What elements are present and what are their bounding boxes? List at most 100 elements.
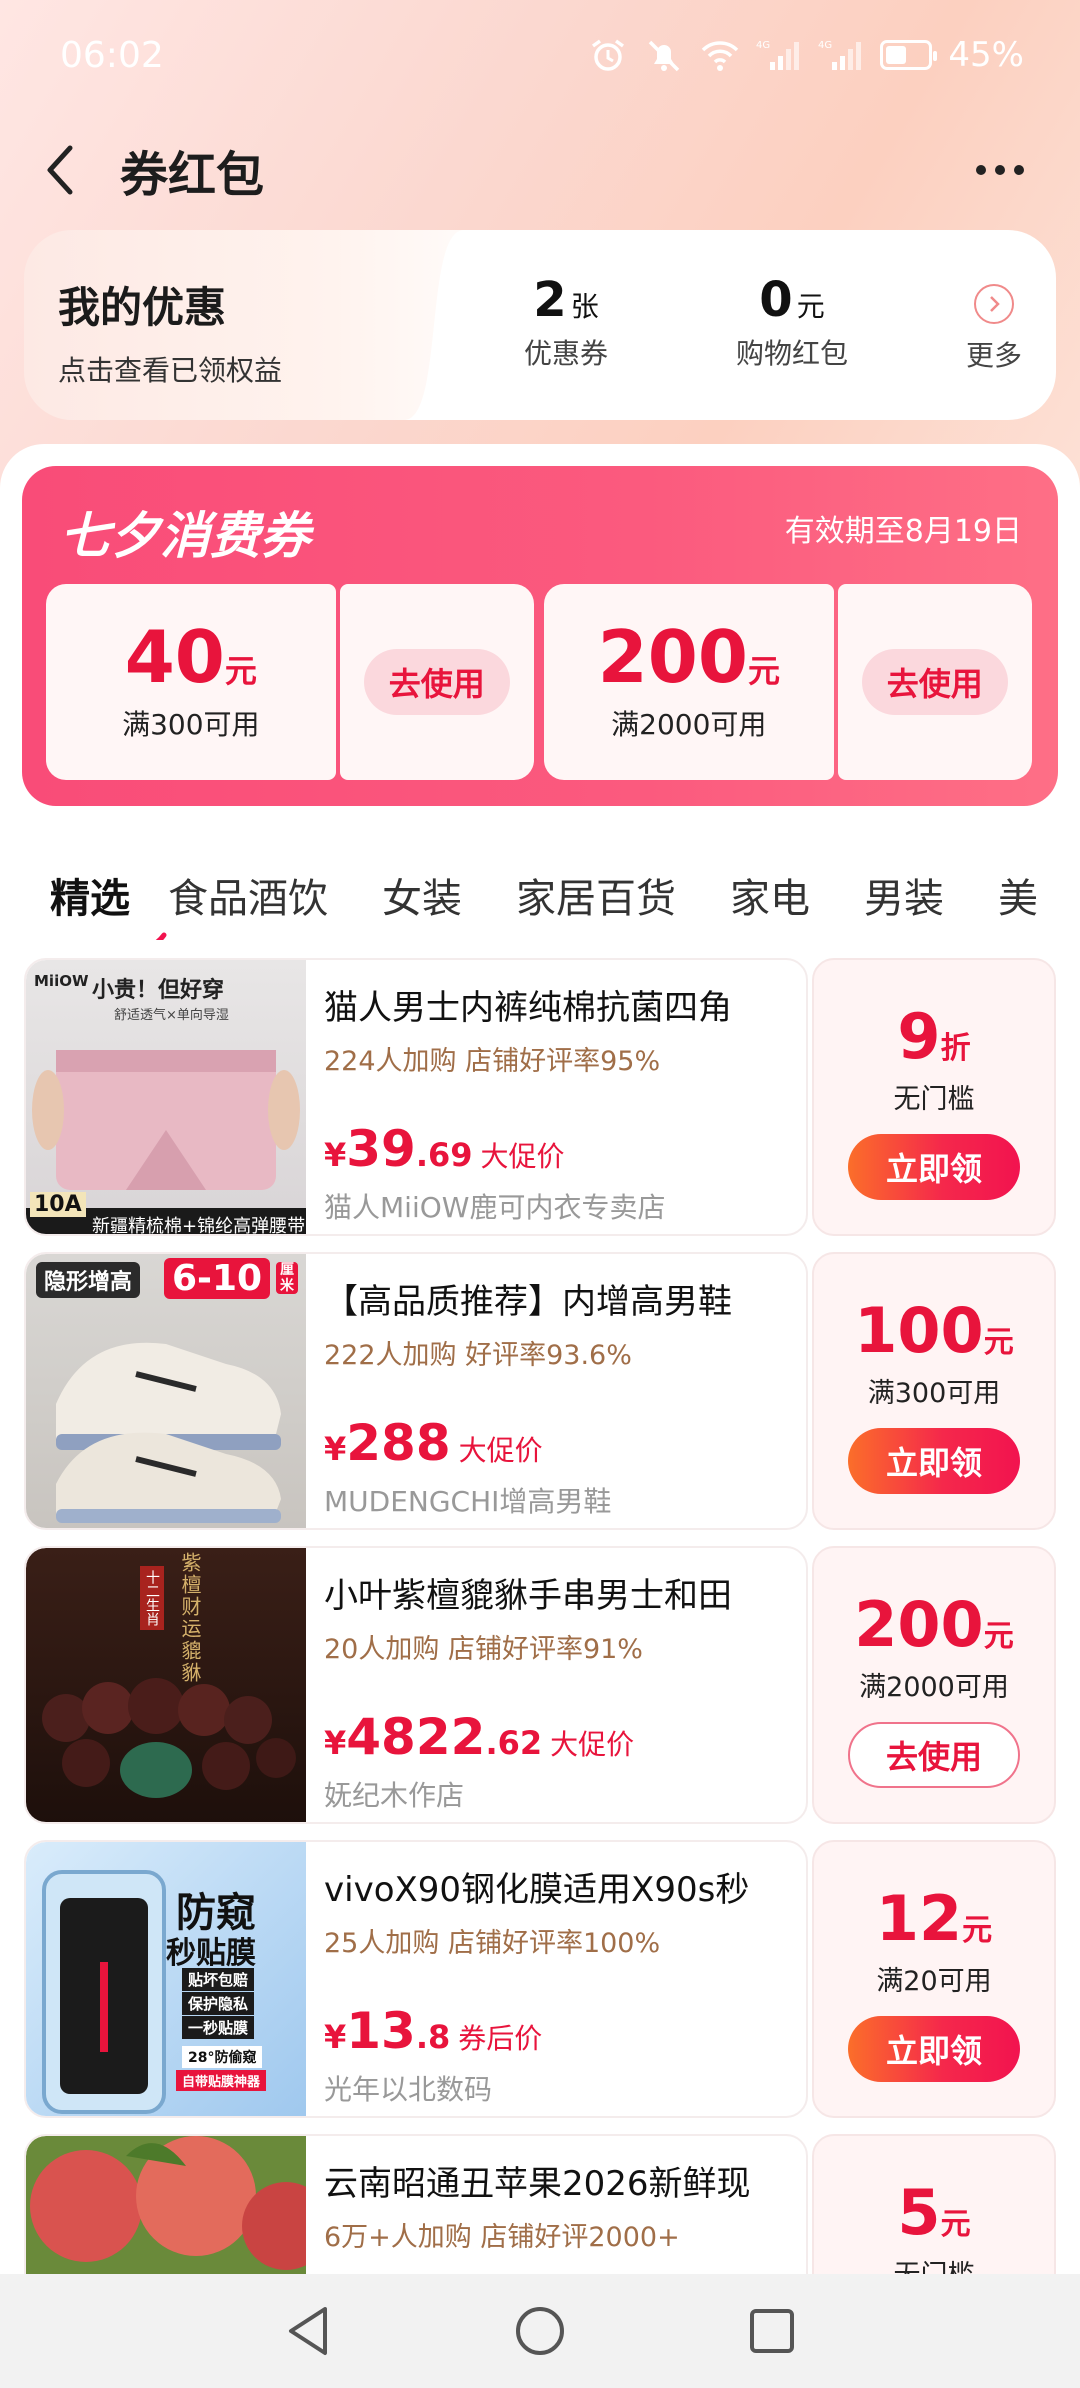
coupon-amount: 40元 — [125, 621, 257, 693]
price-tag: 券后价 — [458, 2022, 543, 2055]
offer-value: 9折 — [897, 1000, 970, 1073]
redpack-label: 购物红包 — [736, 337, 849, 370]
banner-title: 七夕消费券 — [60, 507, 310, 565]
price-integer: 39 — [346, 1120, 416, 1178]
list-item[interactable]: 云南昭通丑苹果2026新鲜现 6万+人加购 店铺好评2000+ 5元 无门槛 — [24, 2134, 1056, 2274]
offer-value: 12元 — [876, 1882, 992, 1955]
product-offer: 100元 满300可用 立即领 — [812, 1252, 1056, 1530]
nav-recents-icon[interactable] — [747, 2306, 797, 2356]
use-coupon-button[interactable]: 去使用 — [363, 649, 510, 715]
currency-symbol: ¥ — [324, 2018, 347, 2056]
battery-icon — [880, 40, 938, 70]
my-benefits-card[interactable]: 我的优惠 点击查看已领权益 2张 优惠券 0元 购物红包 更多 — [24, 230, 1056, 420]
image-badge: 10A — [30, 1192, 86, 1217]
product-offer: 12元 满20可用 立即领 — [812, 1840, 1056, 2118]
banner-expiry: 有效期至8月19日 — [784, 514, 1022, 549]
product-meta: 224人加购 店铺好评率95% — [324, 1046, 661, 1077]
product-card[interactable]: 隐形增高 6-10 厘米 【高品质推荐】内增高男鞋 222人加购 好评率93.6… — [24, 1252, 808, 1530]
price-integer: 4822 — [346, 1708, 486, 1766]
product-meta: 6万+人加购 店铺好评2000+ — [324, 2222, 680, 2253]
dot-icon — [995, 165, 1005, 175]
benefits-title: 我的优惠 — [58, 283, 227, 332]
signal-1-icon: 4G — [756, 38, 802, 72]
claim-coupon-button[interactable]: 立即领 — [848, 1134, 1020, 1200]
coupon-condition: 满300可用 — [122, 708, 260, 741]
tab-active-indicator — [155, 932, 167, 940]
image-caption: 十二生肖 — [140, 1566, 164, 1630]
svg-text:4G: 4G — [756, 40, 770, 51]
list-item[interactable]: 紫檀财运貔貅 十二生肖 小叶紫檀貔貅手串男士和田 20人加购 店铺好评率91% … — [24, 1546, 1056, 1824]
offer-unit: 折 — [940, 1031, 971, 1066]
list-item[interactable]: 隐形增高 6-10 厘米 【高品质推荐】内增高男鞋 222人加购 好评率93.6… — [24, 1252, 1056, 1530]
more-options-button[interactable] — [960, 140, 1040, 200]
coupon-action-area: 去使用 — [837, 584, 1032, 780]
currency-symbol: ¥ — [324, 1136, 347, 1174]
redpack-amount[interactable]: 0元 购物红包 — [736, 272, 848, 372]
price-tag: 大促价 — [480, 1140, 565, 1173]
product-image: 防窥 秒贴膜 贴坏包赔 保护隐私 一秒贴膜 28°防偷窥 自带贴膜神器 — [26, 1842, 306, 2116]
tab-featured[interactable]: 精选 — [50, 866, 167, 940]
product-image: MiiOW 小贵！但好穿 舒适透气×单向导湿 10A 新疆精梳棉+锦纶高弹腰带 — [26, 960, 306, 1236]
currency-symbol: ¥ — [324, 1430, 347, 1468]
tab-label: 精选 — [50, 876, 130, 922]
tab-appliances[interactable]: 家电 — [730, 866, 810, 924]
claim-coupon-button[interactable]: 立即领 — [848, 1428, 1020, 1494]
image-caption: 隐形增高 — [36, 1262, 141, 1298]
image-caption: 厘米 — [276, 1262, 298, 1294]
tab-food-drinks[interactable]: 食品酒饮 — [168, 866, 328, 924]
offer-value: 5元 — [897, 2176, 970, 2249]
brand-logo: MiiOW — [34, 972, 89, 990]
product-card[interactable]: MiiOW 小贵！但好穿 舒适透气×单向导湿 10A 新疆精梳棉+锦纶高弹腰带 … — [24, 958, 808, 1236]
claim-coupon-button[interactable]: 立即领 — [848, 2016, 1020, 2082]
coupon-count[interactable]: 2张 优惠券 — [524, 272, 608, 372]
status-icons: 4G 4G 45% — [588, 35, 1024, 75]
redpack-unit: 元 — [796, 290, 825, 323]
list-item[interactable]: 防窥 秒贴膜 贴坏包赔 保护隐私 一秒贴膜 28°防偷窥 自带贴膜神器 vivo… — [24, 1840, 1056, 2118]
nav-back-icon[interactable] — [283, 2303, 333, 2359]
benefits-subtitle: 点击查看已领权益 — [58, 354, 283, 387]
coupon-card[interactable]: 40元 满300可用 去使用 — [46, 584, 534, 780]
product-card[interactable]: 紫檀财运貔貅 十二生肖 小叶紫檀貔貅手串男士和田 20人加购 店铺好评率91% … — [24, 1546, 808, 1824]
offer-condition: 满2000可用 — [859, 1672, 1009, 1703]
price-tag: 大促价 — [550, 1728, 635, 1761]
product-image: 隐形增高 6-10 厘米 — [26, 1254, 306, 1528]
offer-number: 100 — [854, 1294, 984, 1367]
chevron-right-icon — [973, 284, 1014, 324]
image-caption: 保护隐私 — [182, 1992, 255, 2015]
page-title: 券红包 — [120, 147, 265, 203]
bracelet-image — [42, 1678, 296, 1798]
tab-home-goods[interactable]: 家居百货 — [516, 866, 676, 924]
redpack-number: 0 — [759, 272, 793, 328]
use-coupon-button[interactable]: 去使用 — [848, 1722, 1020, 1788]
product-name: 【高品质推荐】内增高男鞋 — [324, 1282, 732, 1322]
tab-beauty[interactable]: 美 — [998, 866, 1038, 924]
image-caption: 紫檀财运貔貅 — [178, 1552, 202, 1684]
offer-unit: 元 — [940, 2207, 971, 2242]
dot-icon — [1014, 165, 1024, 175]
nav-home-icon[interactable] — [513, 2304, 567, 2358]
coupon-amount-number: 200 — [597, 615, 748, 699]
product-info: 【高品质推荐】内增高男鞋 222人加购 好评率93.6% ¥288 大促价 MUD… — [324, 1274, 804, 1520]
coupon-count-number: 2 — [533, 272, 567, 328]
offer-number: 12 — [875, 1882, 963, 1955]
image-caption: 新疆精梳棉+锦纶高弹腰带 — [92, 1216, 306, 1236]
image-caption: 一秒贴膜 — [182, 2016, 255, 2039]
offer-number: 5 — [897, 2176, 941, 2249]
offer-unit: 元 — [983, 1325, 1014, 1360]
tab-womens-wear[interactable]: 女装 — [382, 866, 462, 924]
tab-mens-wear[interactable]: 男装 — [864, 866, 944, 924]
system-navigation-bar — [0, 2274, 1080, 2388]
product-info: 云南昭通丑苹果2026新鲜现 6万+人加购 店铺好评2000+ — [324, 2156, 804, 2254]
list-item[interactable]: MiiOW 小贵！但好穿 舒适透气×单向导湿 10A 新疆精梳棉+锦纶高弹腰带 … — [24, 958, 1056, 1236]
back-button[interactable] — [40, 130, 110, 210]
more-benefits-label: 更多 — [965, 339, 1022, 372]
shop-name: 光年以北数码 — [324, 2073, 493, 2106]
coupon-card[interactable]: 200元 满2000可用 去使用 — [544, 584, 1032, 780]
status-time: 06:02 — [60, 34, 164, 76]
coupon-condition: 满2000可用 — [611, 708, 767, 741]
product-card[interactable]: 云南昭通丑苹果2026新鲜现 6万+人加购 店铺好评2000+ — [24, 2134, 808, 2274]
more-benefits-link[interactable]: 更多 — [966, 284, 1022, 374]
price-integer: 288 — [346, 1414, 451, 1472]
product-card[interactable]: 防窥 秒贴膜 贴坏包赔 保护隐私 一秒贴膜 28°防偷窥 自带贴膜神器 vivo… — [24, 1840, 808, 2118]
use-coupon-button[interactable]: 去使用 — [861, 649, 1008, 715]
